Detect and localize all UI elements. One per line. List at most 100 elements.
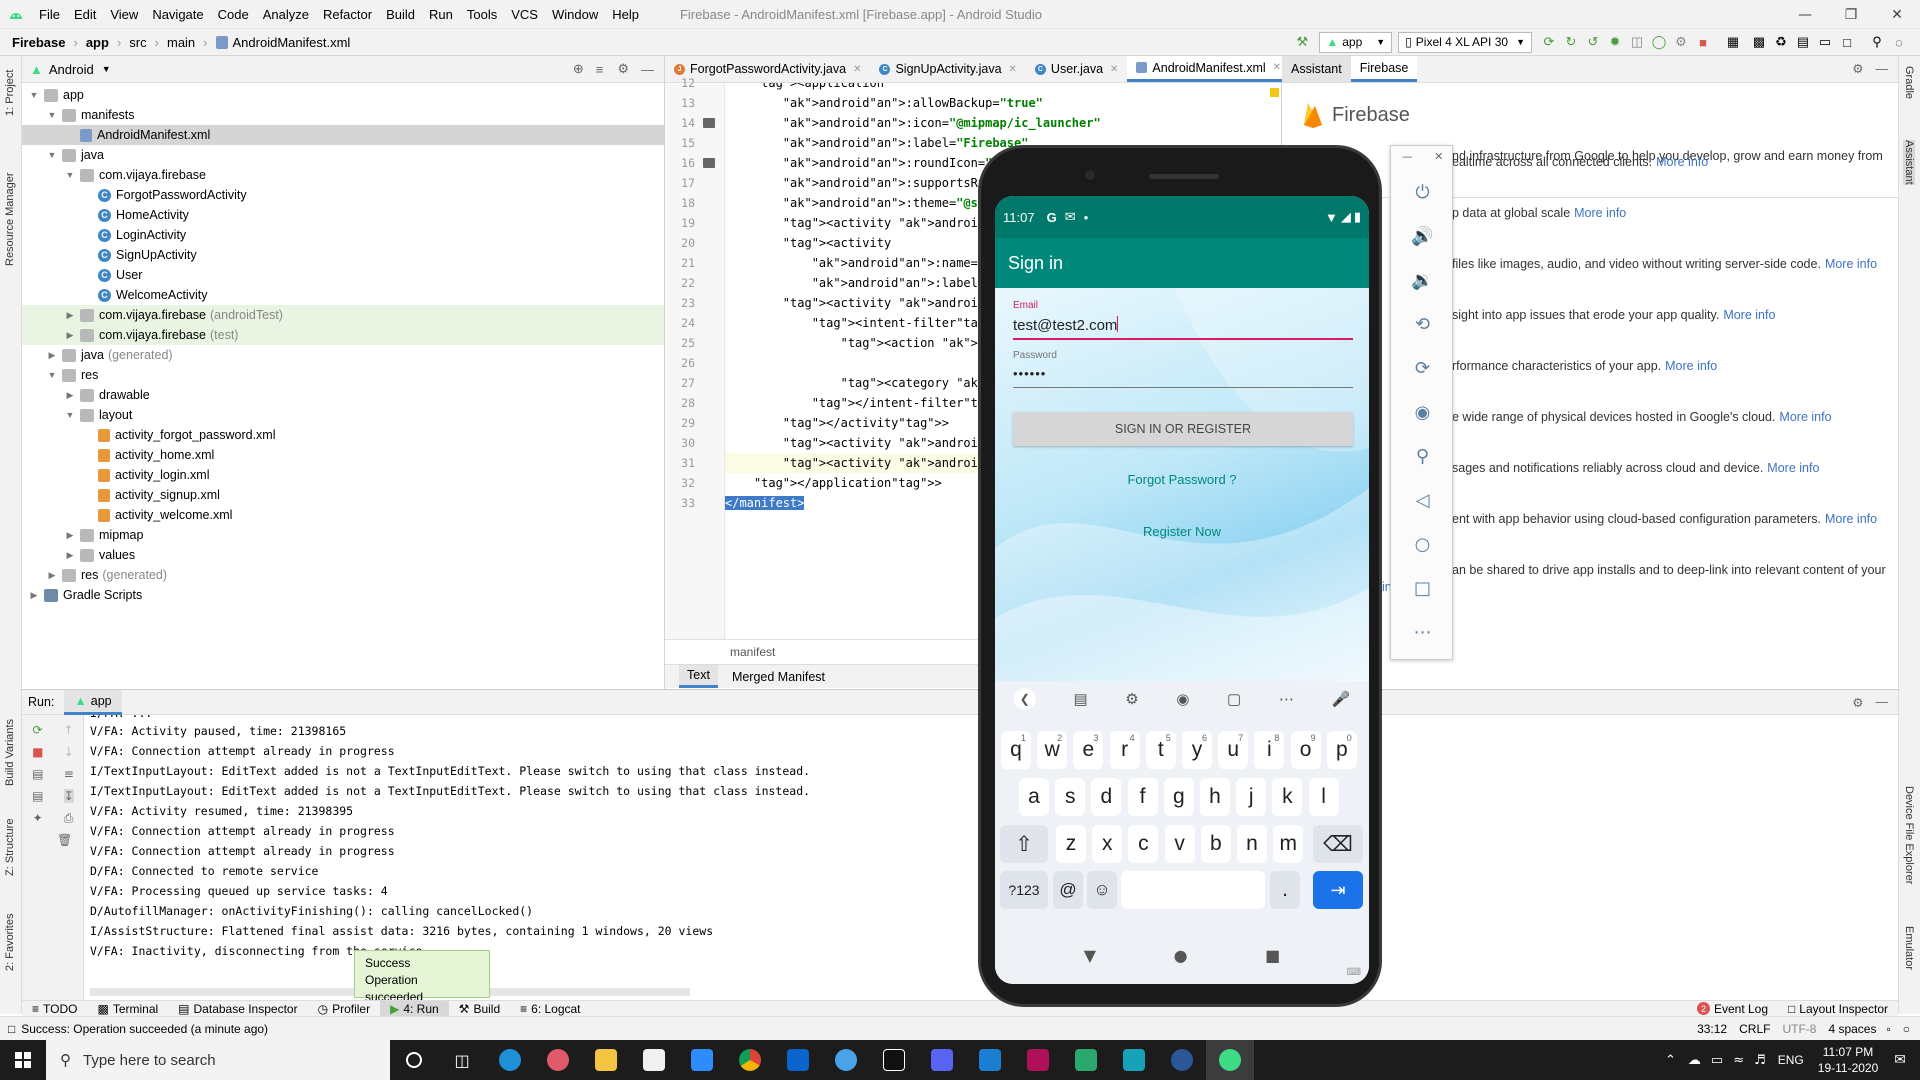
key-p[interactable]: p0 <box>1326 731 1357 769</box>
code-line[interactable]: "tag"><application <box>725 83 1281 93</box>
more-info-link[interactable]: More info <box>1767 461 1819 475</box>
pin-icon[interactable]: ✦ <box>33 811 43 825</box>
volume-icon[interactable]: ♬ <box>1754 1053 1766 1068</box>
key-a[interactable]: a <box>1019 778 1049 816</box>
coverage-icon[interactable]: ◫ <box>1626 31 1648 53</box>
project-view-select[interactable]: Android <box>49 62 94 77</box>
more-icon[interactable]: ⋯ <box>1279 690 1294 708</box>
paint-icon[interactable] <box>534 1040 582 1080</box>
key-y[interactable]: y6 <box>1182 731 1212 769</box>
key-o[interactable]: o9 <box>1290 731 1321 769</box>
key-r[interactable]: r4 <box>1109 731 1140 769</box>
breadcrumb-project[interactable]: Firebase › <box>0 35 82 50</box>
tree-item[interactable]: ▼ java <box>22 145 664 165</box>
chevron-right-icon[interactable]: ▶ <box>64 310 76 321</box>
more-info-link[interactable]: More info <box>1574 206 1626 220</box>
volume-up-icon[interactable]: 🔊 <box>1391 214 1454 258</box>
emulator-tool-tab[interactable]: Emulator <box>1903 926 1915 970</box>
logcat-tool-tab[interactable]: ≡ 6: Logcat <box>510 1001 590 1017</box>
cortana-icon[interactable] <box>390 1040 438 1080</box>
key-l[interactable]: l <box>1308 778 1339 816</box>
down-arrow-icon[interactable]: ↓ <box>64 745 74 759</box>
sdk-manager-icon[interactable]: ▩ <box>1748 31 1770 53</box>
status-message[interactable]: Success: Operation succeeded (a minute a… <box>21 1022 268 1036</box>
tree-item[interactable]: ▶ values <box>22 545 664 565</box>
clipboard-icon[interactable]: ▤ <box>1073 690 1087 708</box>
key-e[interactable]: e3 <box>1073 731 1104 769</box>
tree-item[interactable]: ▼ manifests <box>22 105 664 125</box>
taskbar-search[interactable]: ⚲ Type here to search <box>46 1040 390 1080</box>
gear-icon[interactable]: ⚙ <box>1125 690 1138 708</box>
rotate-right-icon[interactable]: ⟳ <box>1391 346 1454 390</box>
gear-icon[interactable]: ⚙ <box>617 61 629 77</box>
hammer-icon[interactable]: ⚒ <box>1291 31 1313 53</box>
battery-icon[interactable]: ▭ <box>1711 1053 1723 1068</box>
menu-edit[interactable]: Edit <box>67 7 103 22</box>
chevron-right-icon[interactable]: ▶ <box>64 390 76 401</box>
cortana-app-icon[interactable] <box>822 1040 870 1080</box>
avd-manager-icon[interactable]: ▤ <box>1792 31 1814 53</box>
caret-position[interactable]: 33:12 <box>1697 1022 1727 1036</box>
database-inspector-tool-tab[interactable]: ▤ Database Inspector <box>168 1001 307 1017</box>
keyboard-icon[interactable]: ⌨ <box>1347 967 1361 978</box>
close-icon[interactable]: ✕ <box>1874 0 1920 29</box>
menu-file[interactable]: File <box>32 7 67 22</box>
key-f[interactable]: f <box>1127 778 1158 816</box>
key-m[interactable]: m <box>1273 825 1304 863</box>
tree-item[interactable]: activity_signup.xml <box>22 485 664 505</box>
symbols-key[interactable]: ?123 <box>1000 871 1048 909</box>
gear-icon[interactable]: ⚙ <box>1852 695 1863 710</box>
gradle-tool-tab[interactable]: Gradle <box>1903 66 1915 99</box>
close-icon[interactable]: ✕ <box>1009 64 1017 75</box>
chevron-left-icon[interactable]: ❮ <box>1013 688 1036 710</box>
resize-icon[interactable]: ▢ <box>1227 690 1241 708</box>
tree-item[interactable]: C ForgotPasswordActivity <box>22 185 664 205</box>
tree-item[interactable]: C LoginActivity <box>22 225 664 245</box>
minimize-icon[interactable]: — <box>1402 150 1413 163</box>
key-h[interactable]: h <box>1200 778 1230 816</box>
file-explorer-icon[interactable] <box>582 1040 630 1080</box>
key-n[interactable]: n <box>1237 825 1267 863</box>
memory-indicator-icon[interactable]: ○ <box>1903 1022 1910 1036</box>
layout-inspector-icon[interactable]: □ <box>1836 31 1858 53</box>
key-w[interactable]: w2 <box>1037 731 1068 769</box>
key-j[interactable]: j <box>1236 778 1267 816</box>
run-config-select[interactable]: ▲ app ▼ <box>1319 31 1393 53</box>
soft-wrap-icon[interactable]: ≡ <box>64 767 74 781</box>
attach-debugger-icon[interactable]: ⚙ <box>1670 31 1692 53</box>
tree-item[interactable]: ▼ res <box>22 365 664 385</box>
tray-chevron-icon[interactable]: ⌃ <box>1665 1053 1676 1068</box>
cloud-icon[interactable]: ☁ <box>1688 1053 1701 1068</box>
breadcrumb-module[interactable]: app › <box>82 35 125 50</box>
tree-item[interactable]: ▶ com.vijaya.firebase (androidTest) <box>22 305 664 325</box>
inspection-status-icon[interactable] <box>1270 88 1279 97</box>
indent-setting[interactable]: 4 spaces <box>1828 1022 1876 1036</box>
tree-item[interactable]: activity_welcome.xml <box>22 505 664 525</box>
tree-item[interactable]: ▶ mipmap <box>22 525 664 545</box>
chevron-down-icon[interactable]: ▼ <box>64 410 76 420</box>
emulator-screen[interactable]: 11:07 G ✉ ● ▼ ◢ ▮ Sign in Email test@tes… <box>995 196 1369 984</box>
chevron-right-icon[interactable]: ▶ <box>64 550 76 561</box>
tree-item[interactable]: ▶ java (generated) <box>22 345 664 365</box>
hide-icon[interactable]: — <box>1876 62 1889 76</box>
next-key[interactable]: ⇥ <box>1313 871 1363 909</box>
more-info-link[interactable]: More info <box>1825 512 1877 526</box>
apply-code-changes-icon[interactable]: ↺ <box>1582 31 1604 53</box>
project-tool-tab[interactable]: 1: Project <box>4 70 16 116</box>
tree-item[interactable]: C WelcomeActivity <box>22 285 664 305</box>
task-view-icon[interactable]: ◫ <box>438 1040 486 1080</box>
input-language[interactable]: ENG <box>1778 1053 1804 1067</box>
close-icon[interactable]: ✕ <box>1434 150 1443 163</box>
camera-icon[interactable]: ◉ <box>1391 390 1454 434</box>
line-separator[interactable]: CRLF <box>1739 1022 1770 1036</box>
close-icon[interactable]: ✕ <box>1110 64 1118 75</box>
search-icon[interactable]: ⚲ <box>1866 31 1888 53</box>
period-key[interactable]: . <box>1270 871 1300 909</box>
menu-navigate[interactable]: Navigate <box>145 7 210 22</box>
key-v[interactable]: v <box>1164 825 1195 863</box>
key-g[interactable]: g <box>1163 778 1194 816</box>
gear-icon[interactable]: ⚙ <box>1852 61 1863 76</box>
trash-icon[interactable]: 🗑 <box>57 833 72 847</box>
image-icon[interactable] <box>703 158 715 168</box>
key-d[interactable]: d <box>1091 778 1122 816</box>
